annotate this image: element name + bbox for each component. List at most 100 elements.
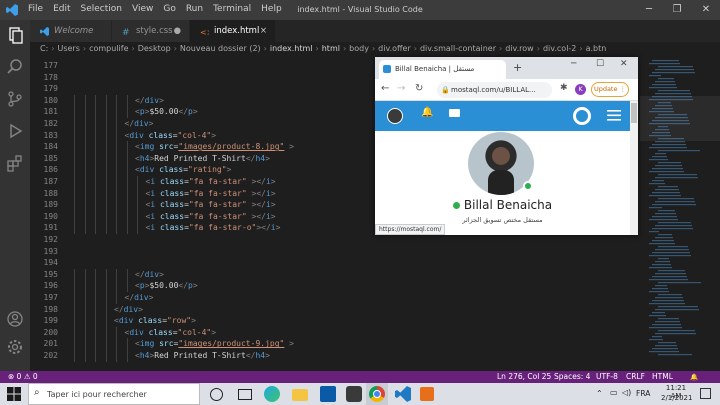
browser-close-button[interactable]: ✕: [620, 59, 628, 69]
line-number: 183: [43, 130, 58, 140]
tray-chevron-icon[interactable]: ⌃: [596, 389, 603, 398]
browser-scrollbar[interactable]: [630, 101, 638, 235]
code-text: <div class="rating">: [135, 165, 232, 175]
browser-maximize-button[interactable]: ☐: [596, 59, 604, 69]
code-text: <p>$50.00</p>: [135, 281, 198, 291]
line-endings[interactable]: CRLF: [626, 371, 645, 383]
breadcrumb-item[interactable]: div.row: [505, 44, 534, 53]
notifications-bell-icon[interactable]: 🔔: [690, 371, 698, 383]
vscode-taskbar-icon[interactable]: [395, 386, 411, 402]
site-header: 🔔: [375, 101, 630, 131]
tab-style-css[interactable]: # style.css ●: [112, 20, 190, 42]
extensions-puzzle-icon[interactable]: ✱: [560, 83, 568, 93]
update-button[interactable]: Update ⋮: [591, 82, 629, 97]
problems-indicator[interactable]: ⊗ 0 ⚠ 0: [8, 371, 38, 383]
address-bar[interactable]: 🔒 mostaql.com/u/BILLAL...: [437, 82, 552, 98]
store-icon[interactable]: [320, 386, 336, 402]
line-number: 187: [43, 177, 58, 186]
file-explorer-icon[interactable]: [292, 389, 308, 401]
close-button[interactable]: ✕: [692, 0, 720, 20]
line-number: 191: [43, 223, 58, 233]
task-view-icon[interactable]: [238, 389, 252, 400]
mostaql-favicon-icon: [383, 65, 391, 73]
tab-welcome[interactable]: Welcome: [30, 20, 112, 42]
tab-index-html[interactable]: <> index.html ×: [190, 20, 276, 42]
code-text: <div class="row">: [114, 316, 196, 326]
browser-minimize-button[interactable]: ─: [571, 59, 576, 69]
code-text: </div>: [135, 269, 164, 279]
website-viewport: 🔔 Billal Benaicha مستقل مختص تسويق الجزا…: [375, 101, 630, 235]
breadcrumb-item[interactable]: compulife: [89, 44, 128, 53]
menu-item-file[interactable]: File: [28, 4, 43, 14]
minimap[interactable]: [640, 56, 720, 371]
mostaql-logo-icon[interactable]: [573, 107, 591, 125]
breadcrumb-separator-icon: ›: [371, 44, 376, 53]
profile-avatar[interactable]: K: [575, 84, 586, 95]
search-icon: ⌕: [34, 387, 40, 398]
xampp-icon[interactable]: [420, 387, 434, 401]
run-debug-icon[interactable]: [6, 122, 24, 140]
bell-icon[interactable]: 🔔: [421, 107, 433, 118]
cortana-icon[interactable]: [210, 388, 223, 401]
breadcrumb-item[interactable]: Nouveau dossier (2): [180, 44, 261, 53]
update-label: Update: [593, 85, 618, 93]
code-text: <p>$50.00</p>: [135, 107, 198, 117]
encoding[interactable]: UTF-8: [596, 371, 618, 383]
notification-center-icon[interactable]: [700, 388, 711, 399]
reload-icon[interactable]: ↻: [415, 83, 423, 94]
address-text: mostaql.com/u/BILLAL...: [451, 86, 536, 94]
menu-item-run[interactable]: Run: [186, 4, 203, 14]
language-mode[interactable]: HTML: [652, 371, 673, 383]
line-number: 195: [43, 269, 58, 279]
chrome-taskbar-item[interactable]: [366, 383, 388, 405]
taskbar-search-box[interactable]: ⌕ Taper ici pour rechercher: [28, 383, 200, 405]
clock-date[interactable]: 2/1/2021: [661, 394, 692, 402]
breadcrumb-item[interactable]: div.small-container: [420, 44, 496, 53]
breadcrumb-item[interactable]: index.html: [270, 44, 313, 53]
back-arrow-icon[interactable]: ←: [381, 83, 389, 94]
code-line: 202 <h4>Red Printed T-Shirt</h4>: [30, 350, 640, 362]
windows-start-icon[interactable]: [6, 386, 22, 402]
user-avatar[interactable]: [387, 108, 403, 124]
hamburger-menu-icon[interactable]: [607, 110, 621, 121]
breadcrumb-item[interactable]: Users: [57, 44, 79, 53]
breadcrumb-separator-icon: ›: [579, 44, 583, 53]
breadcrumb-item[interactable]: Desktop: [138, 44, 171, 53]
search-icon[interactable]: [6, 58, 24, 76]
settings-gear-icon[interactable]: [6, 338, 24, 356]
breadcrumb-item[interactable]: html: [322, 44, 340, 53]
line-number: 180: [43, 95, 58, 105]
extensions-icon[interactable]: [6, 154, 24, 172]
breadcrumb-item[interactable]: div.offer: [378, 44, 411, 53]
breadcrumb-item[interactable]: a.btn: [586, 44, 607, 53]
mail-icon[interactable]: [449, 109, 460, 117]
minimize-button[interactable]: ─: [635, 0, 663, 20]
edge-icon[interactable]: [264, 386, 280, 402]
maximize-button[interactable]: ❐: [663, 0, 691, 20]
menu-item-go[interactable]: Go: [163, 4, 175, 14]
new-tab-button[interactable]: +: [513, 61, 522, 74]
menu-item-help[interactable]: Help: [261, 4, 282, 14]
scrollbar-thumb[interactable]: [631, 103, 637, 123]
breadcrumb-item[interactable]: C:: [40, 44, 48, 53]
breadcrumb-item[interactable]: div.col-2: [543, 44, 576, 53]
forward-arrow-icon[interactable]: →: [397, 83, 405, 94]
source-control-icon[interactable]: [6, 90, 24, 108]
volume-icon[interactable]: ◁): [622, 388, 631, 397]
line-number: 185: [43, 153, 58, 163]
app-icon[interactable]: [346, 386, 362, 402]
menu-item-view[interactable]: View: [132, 4, 153, 14]
indentation[interactable]: Spaces: 4: [554, 371, 590, 383]
account-icon[interactable]: [6, 310, 24, 328]
breadcrumb-item[interactable]: body: [349, 44, 369, 53]
menu-item-edit[interactable]: Edit: [53, 4, 70, 14]
language-indicator[interactable]: FRA: [636, 389, 650, 398]
menu-item-selection[interactable]: Selection: [81, 4, 122, 14]
menu-item-terminal[interactable]: Terminal: [213, 4, 251, 14]
browser-tab[interactable]: Billal Benaicha | مستقل: [379, 60, 506, 79]
close-tab-icon[interactable]: ×: [260, 20, 267, 42]
network-icon[interactable]: ▭: [610, 388, 618, 397]
line-number: 200: [43, 327, 58, 337]
explorer-icon[interactable]: [6, 26, 24, 44]
cursor-position[interactable]: Ln 276, Col 25: [497, 371, 551, 383]
